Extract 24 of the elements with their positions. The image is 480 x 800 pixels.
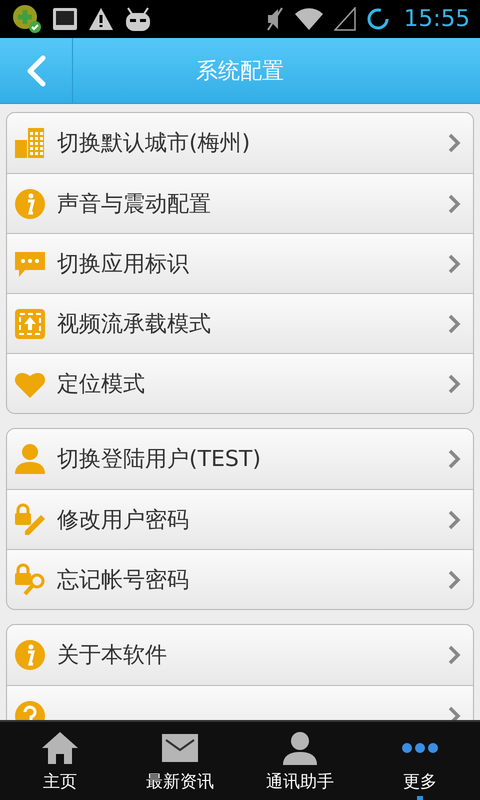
- settings-item[interactable]: 切换默认城市(梅州): [7, 113, 473, 173]
- item-label: 切换登陆用户(TEST): [57, 446, 262, 474]
- settings-item[interactable]: 关于本软件: [7, 625, 473, 685]
- item-label: 声音与震动配置: [57, 190, 212, 218]
- settings-item[interactable]: 切换应用标识: [7, 233, 473, 293]
- clock: 15:55: [404, 6, 470, 32]
- tab[interactable]: 更多: [360, 722, 480, 800]
- settings-item[interactable]: 声音与震动配置: [7, 173, 473, 233]
- settings-item[interactable]: 忘记帐号密码: [7, 549, 473, 609]
- item-label: 切换应用标识: [57, 250, 190, 278]
- item-label: 关于本软件: [57, 642, 168, 670]
- tab[interactable]: 通讯助手: [240, 722, 360, 800]
- item-label: 忘记帐号密码: [57, 566, 190, 594]
- item-label: 定位模式: [57, 370, 146, 398]
- settings-item[interactable]: 视频流承载模式: [7, 293, 473, 353]
- item-label: 视频流承载模式: [57, 310, 212, 338]
- item-label: 修改用户密码: [57, 506, 190, 534]
- settings-item[interactable]: 修改用户密码: [7, 489, 473, 549]
- settings-item[interactable]: 定位模式: [7, 353, 473, 413]
- tab[interactable]: 最新资讯: [120, 722, 240, 800]
- tab[interactable]: 主页: [0, 722, 120, 800]
- settings-item[interactable]: 切换登陆用户(TEST): [7, 429, 473, 489]
- item-label: 切换默认城市(梅州): [57, 130, 252, 158]
- page-title: 系统配置: [195, 58, 285, 86]
